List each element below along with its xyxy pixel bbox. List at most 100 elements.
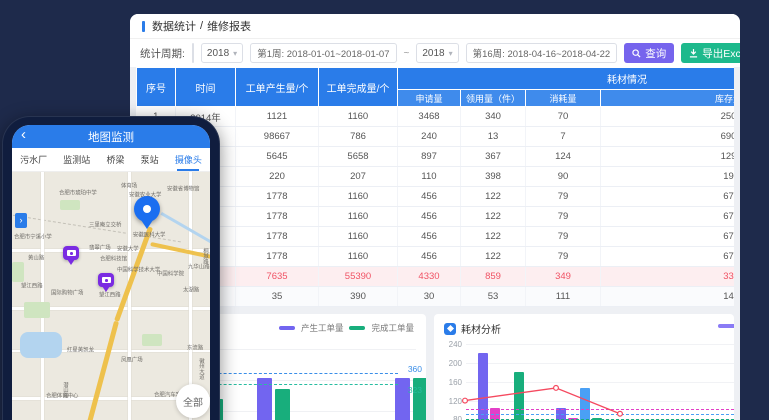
y-axis-tick: 240 <box>440 340 462 349</box>
tab-监测站[interactable]: 监测站 <box>63 149 90 170</box>
table-cell: 340 <box>461 107 526 127</box>
table-cell: 4330 <box>398 267 461 287</box>
export-excel-button[interactable]: 导出Excel <box>681 43 740 63</box>
average-reference-line <box>466 414 734 415</box>
map-label: 国际购物广场 <box>51 288 83 296</box>
table-row: 98667786240137690 <box>137 127 735 147</box>
map-label: 安徽医科大学 <box>133 230 165 238</box>
filter-bar: 统计周期: 年季月周日 2018 ▾ 第1周: 2018-01-01~2018-… <box>130 39 740 67</box>
breadcrumb: 数据统计 / 维修报表 <box>130 14 740 39</box>
table-cell: 1778 <box>236 227 319 247</box>
road <box>189 172 192 420</box>
phone-tab-bar: 污水厂监测站桥梁泵站摄像头 <box>12 148 210 172</box>
column-header: 工单完成量/个 <box>319 68 398 107</box>
breadcrumb-section[interactable]: 数据统计 <box>152 18 196 34</box>
table-cell: 240 <box>398 127 461 147</box>
column-header: 序号 <box>137 68 176 107</box>
gridline <box>466 344 734 345</box>
camera-lens-dot <box>105 279 108 282</box>
table-cell: 122 <box>461 247 526 267</box>
pin-pointer <box>141 220 153 229</box>
table-cell: 98667 <box>236 127 319 147</box>
search-button[interactable]: 查询 <box>624 43 674 63</box>
map-label: 中国科学技术大学 <box>117 265 160 273</box>
table-cell: 79 <box>526 247 601 267</box>
tab-泵站[interactable]: 泵站 <box>141 149 159 170</box>
dashboard-panel: 数据统计 / 维修报表 统计周期: 年季月周日 2018 ▾ 第1周: 2018… <box>130 14 740 420</box>
start-year-select[interactable]: 2018 ▾ <box>201 43 243 63</box>
table-cell: 3468 <box>398 107 461 127</box>
consumables-chart-plot: 2402001601208040 <box>434 336 734 420</box>
chart-title: 耗材分析 <box>461 321 501 336</box>
table-cell: 1160 <box>319 107 398 127</box>
table-cell: 1160 <box>319 207 398 227</box>
table-cell: 1121 <box>236 107 319 127</box>
map-label: 合肥市宁溪小学 <box>14 232 52 240</box>
map-label: 黄山路 <box>28 253 44 261</box>
map-label: 太湖路 <box>183 285 199 293</box>
table-cell: 398 <box>461 167 526 187</box>
pin-center-dot <box>143 205 151 213</box>
highway <box>87 321 119 420</box>
tab-桥梁[interactable]: 桥梁 <box>106 149 124 170</box>
legend-swatch <box>718 324 734 328</box>
report-table-wrap: 序号时间工单产生量/个工单完成量/个耗材情况申请量领用量（件）消耗量库存量120… <box>136 67 734 307</box>
table-cell: 456 <box>398 247 461 267</box>
back-icon[interactable]: ‹ <box>21 126 26 143</box>
table-cell: 390 <box>319 287 398 307</box>
park-area <box>60 200 80 210</box>
end-year-select[interactable]: 2018 ▾ <box>416 43 458 63</box>
table-row: 平均值35390305311114 <box>137 287 735 307</box>
table-cell: 124 <box>526 147 601 167</box>
breadcrumb-page: 维修报表 <box>207 18 251 34</box>
park-area <box>142 334 162 346</box>
expand-panel-button[interactable]: › <box>15 213 27 228</box>
period-label: 统计周期: <box>140 46 185 61</box>
map-label: 体育场 <box>121 181 137 189</box>
tab-污水厂[interactable]: 污水厂 <box>20 149 47 170</box>
table-cell: 79 <box>526 207 601 227</box>
show-all-button[interactable]: 全部 <box>176 384 210 418</box>
table-cell: 67 <box>601 187 735 207</box>
download-icon <box>689 49 698 58</box>
chart-title-row: 耗材分析 <box>444 321 501 336</box>
table-cell: 220 <box>236 167 319 187</box>
table-row: 12014年11211160346834070250 <box>137 107 735 127</box>
park-area <box>12 262 24 282</box>
table-cell: 1160 <box>319 227 398 247</box>
table-cell: 7635 <box>236 267 319 287</box>
table-cell: 7 <box>526 127 601 147</box>
phone-header: ‹ 地图监测 <box>12 125 210 148</box>
table-cell: 53 <box>461 287 526 307</box>
breadcrumb-separator: / <box>200 20 203 32</box>
table-cell: 207 <box>319 167 398 187</box>
tab-摄像头[interactable]: 摄像头 <box>175 149 202 170</box>
selected-location-pin[interactable] <box>134 196 160 222</box>
gridline <box>466 363 734 364</box>
bar <box>275 389 290 420</box>
map-view[interactable]: › 全部 体育场安徽农业大学安徽省博物馆合肥市琥珀中学三里庵立交桥合肥市宁溪小学… <box>12 172 210 420</box>
map-label: 东流路 <box>187 343 203 351</box>
gridline <box>466 382 734 383</box>
table-row: 2202071103989019 <box>137 167 735 187</box>
table-cell: 70 <box>526 107 601 127</box>
table-cell: 1160 <box>319 247 398 267</box>
table-cell: 786 <box>319 127 398 147</box>
map-label: 合肥科技馆 <box>100 254 127 262</box>
table-cell: 349 <box>526 267 601 287</box>
map-label: 翡翠广场 <box>89 243 111 251</box>
table-cell: 35 <box>236 287 319 307</box>
camera-marker[interactable] <box>63 246 79 260</box>
table-cell: 1778 <box>236 187 319 207</box>
table-cell: 456 <box>398 187 461 207</box>
table-cell: 13 <box>461 127 526 147</box>
table-row: 合计763555390433085934933 <box>137 267 735 287</box>
camera-marker[interactable] <box>98 273 114 287</box>
column-header: 工单产生量/个 <box>236 68 319 107</box>
period-option-年[interactable]: 年 <box>193 44 194 62</box>
end-week-field[interactable]: 第16周: 2018-04-16~2018-04-22 <box>466 43 618 63</box>
map-label: 望江西路 <box>21 281 43 289</box>
breadcrumb-accent-bar <box>142 21 145 32</box>
table-cell: 122 <box>461 187 526 207</box>
start-week-field[interactable]: 第1周: 2018-01-01~2018-01-07 <box>250 43 396 63</box>
